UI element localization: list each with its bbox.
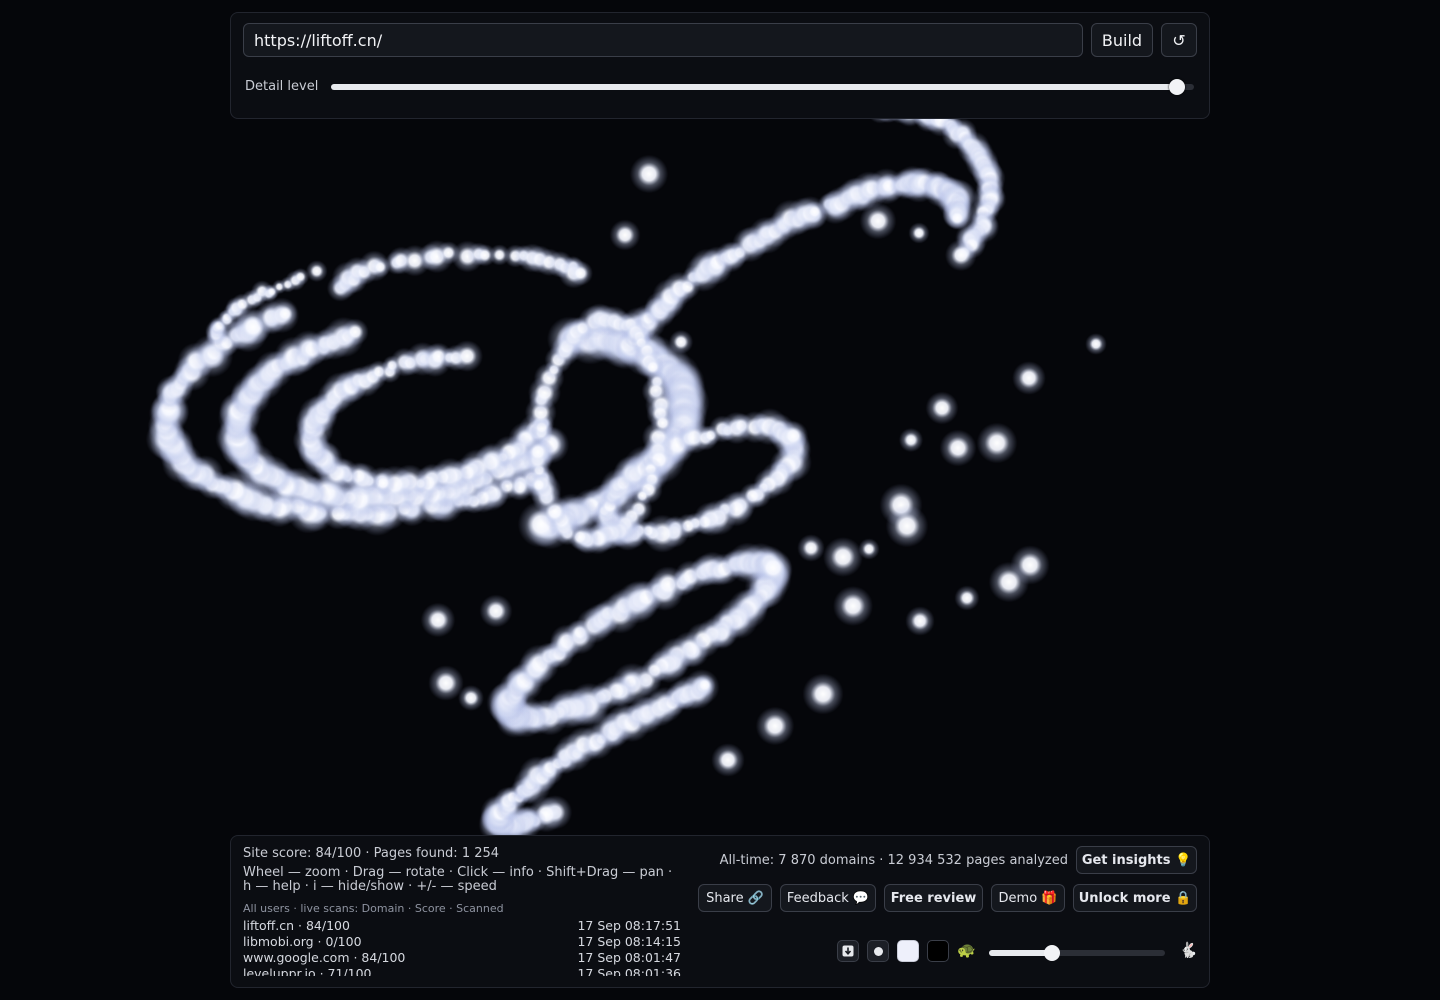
build-button[interactable]: Build [1091,23,1153,57]
detail-level-fill [331,84,1177,90]
free-review-button[interactable]: Free review [884,884,983,912]
speed-fill [989,950,1053,956]
detail-level-slider[interactable] [331,79,1194,95]
reset-icon: ↺ [1172,30,1186,50]
bottom-stats-panel: Site score: 84/100 · Pages found: 1 254 … [230,835,1210,988]
demo-button[interactable]: Demo 🎁 [991,884,1065,912]
scan-time: 17 Sep 08:01:47 [577,950,681,965]
light-theme-button[interactable] [897,940,919,962]
scan-row[interactable]: www.google.com · 84/100 17 Sep 08:01:47 [243,950,681,966]
scan-row[interactable]: libmobi.org · 0/100 17 Sep 08:14:15 [243,934,681,950]
site-score-line: Site score: 84/100 · Pages found: 1 254 [243,846,500,861]
feedback-button[interactable]: Feedback 💬 [780,884,876,912]
scan-row[interactable]: liftoff.cn · 84/100 17 Sep 08:17:51 [243,918,681,934]
speed-thumb[interactable] [1044,945,1061,961]
dot-icon [873,946,883,956]
live-scans-header: All users · live scans: Domain · Score ·… [243,902,504,915]
live-scans-list[interactable]: liftoff.cn · 84/100 17 Sep 08:17:51 libmo… [243,918,681,976]
scan-domain-score: leveluppr.io · 71/100 [243,966,372,976]
top-control-panel: Build ↺ Detail level [230,12,1210,119]
turtle-icon: 🐢 [957,941,976,959]
dark-theme-button[interactable] [927,940,949,962]
download-button[interactable] [837,940,859,962]
help-hints: Wheel — zoom · Drag — rotate · Click — i… [243,865,673,894]
scan-time: 17 Sep 08:14:15 [577,934,681,949]
scan-time: 17 Sep 08:17:51 [577,918,681,933]
url-input[interactable] [243,23,1083,57]
speed-slider[interactable] [989,945,1165,961]
detail-level-thumb[interactable] [1168,79,1185,95]
unlock-more-button[interactable]: Unlock more 🔒 [1073,884,1197,912]
reset-button[interactable]: ↺ [1161,23,1197,57]
rabbit-icon: 🐇 [1179,941,1198,959]
scan-domain-score: www.google.com · 84/100 [243,950,406,965]
node-style-button[interactable] [867,940,889,962]
scan-row[interactable]: leveluppr.io · 71/100 17 Sep 08:01:36 [243,966,681,976]
scan-domain-score: liftoff.cn · 84/100 [243,918,350,933]
scan-time: 17 Sep 08:01:36 [577,966,681,976]
all-time-stats: All-time: 7 870 domains · 12 934 532 pag… [719,853,1068,868]
detail-level-label: Detail level [245,79,319,94]
get-insights-button[interactable]: Get insights 💡 [1076,846,1197,874]
scan-domain-score: libmobi.org · 0/100 [243,934,362,949]
download-icon [842,945,854,957]
share-button[interactable]: Share 🔗 [698,884,772,912]
